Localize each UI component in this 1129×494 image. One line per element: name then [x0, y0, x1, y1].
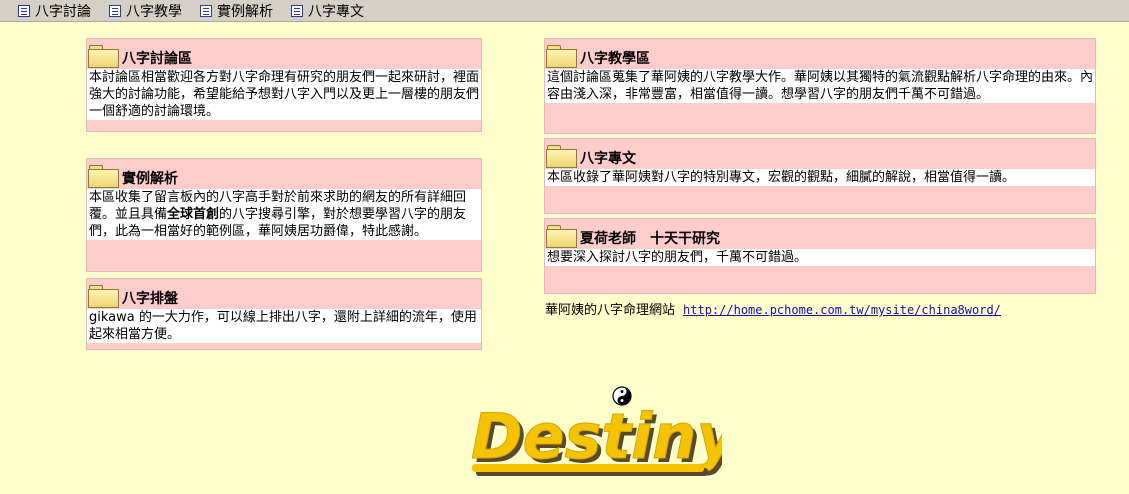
panel-header[interactable]: 八字專文	[545, 139, 1095, 169]
folder-icon	[88, 45, 120, 69]
panel-header[interactable]: 八字排盤	[87, 279, 481, 309]
panel-articles: 八字專文 本區收錄了華阿姨對八字的特別專文，宏觀的觀點，細膩的解說，相當值得一讀…	[544, 138, 1096, 214]
folder-icon	[88, 165, 120, 189]
panel-description: 這個討論區蒐集了華阿姨的八字教學大作。華阿姨以其獨特的氣流觀點解析八字命理的由來…	[545, 69, 1095, 103]
nav-item-discussion[interactable]: 八字討論	[18, 1, 91, 21]
site-link[interactable]: http://home.pchome.com.tw/mysite/china8w…	[683, 303, 1001, 317]
nav-item-examples[interactable]: 實例解析	[200, 1, 273, 21]
panel-description: 本討論區相當歡迎各方對八字命理有研究的朋友們一起來研討，裡面強大的討論功能，希望…	[87, 69, 481, 120]
nav-label: 八字教學	[126, 3, 182, 20]
panel-title[interactable]: 八字排盤	[122, 288, 178, 308]
desc-emphasis: 全球首創	[167, 207, 220, 222]
panel-header[interactable]: 實例解析	[87, 159, 481, 189]
folder-icon	[546, 145, 578, 169]
logo-underline	[472, 464, 704, 472]
panel-title[interactable]: 夏荷老師 十天干研究	[580, 228, 720, 248]
site-info: 華阿姨的八字命理網站 http://home.pchome.com.tw/mysi…	[545, 299, 1001, 318]
nav-label: 實例解析	[217, 3, 273, 20]
logo-text: Destiny	[471, 400, 722, 473]
nav-item-articles[interactable]: 八字專文	[291, 1, 364, 21]
folder-icon	[546, 225, 578, 249]
panel-research: 夏荷老師 十天干研究 想要深入探討八字的朋友們，千萬不可錯過。	[544, 218, 1096, 294]
folder-icon	[88, 285, 120, 309]
panel-header[interactable]: 八字討論區	[87, 39, 481, 69]
nav-item-teaching[interactable]: 八字教學	[109, 1, 182, 21]
destiny-logo: Destiny Destiny	[471, 386, 722, 477]
page-icon	[18, 4, 30, 17]
panel-description: 本區收集了留言板內的八字高手對於前來求助的網友的所有詳細回覆。並且具備全球首創的…	[87, 189, 481, 240]
top-nav-bar: 八字討論 八字教學 實例解析 八字專文	[0, 0, 1129, 22]
folder-icon	[546, 45, 578, 69]
panel-examples: 實例解析 本區收集了留言板內的八字高手對於前來求助的網友的所有詳細回覆。並且具備…	[86, 158, 482, 272]
panel-header[interactable]: 夏荷老師 十天干研究	[545, 219, 1095, 249]
panel-header[interactable]: 八字教學區	[545, 39, 1095, 69]
panel-title[interactable]: 八字專文	[580, 148, 636, 168]
panel-description: 想要深入探討八字的朋友們，千萬不可錯過。	[545, 249, 1095, 266]
page-icon	[109, 4, 121, 17]
panel-description: 本區收錄了華阿姨對八字的特別專文，宏觀的觀點，細膩的解說，相當值得一讀。	[545, 169, 1095, 186]
page-icon	[200, 4, 212, 17]
nav-label: 八字專文	[308, 3, 364, 20]
panel-discussion: 八字討論區 本討論區相當歡迎各方對八字命理有研究的朋友們一起來研討，裡面強大的討…	[86, 38, 482, 132]
panel-description: gikawa 的一大力作，可以線上排出八字，還附上詳細的流年，使用起來相當方便。	[87, 309, 481, 343]
page-icon	[291, 4, 303, 17]
nav-label: 八字討論	[35, 3, 91, 20]
panel-teaching: 八字教學區 這個討論區蒐集了華阿姨的八字教學大作。華阿姨以其獨特的氣流觀點解析八…	[544, 38, 1096, 134]
site-label: 華阿姨的八字命理網站	[545, 303, 676, 318]
panel-chart: 八字排盤 gikawa 的一大力作，可以線上排出八字，還附上詳細的流年，使用起來…	[86, 278, 482, 350]
panel-title[interactable]: 實例解析	[122, 168, 178, 188]
panel-title[interactable]: 八字教學區	[580, 48, 650, 68]
panel-title[interactable]: 八字討論區	[122, 48, 192, 68]
